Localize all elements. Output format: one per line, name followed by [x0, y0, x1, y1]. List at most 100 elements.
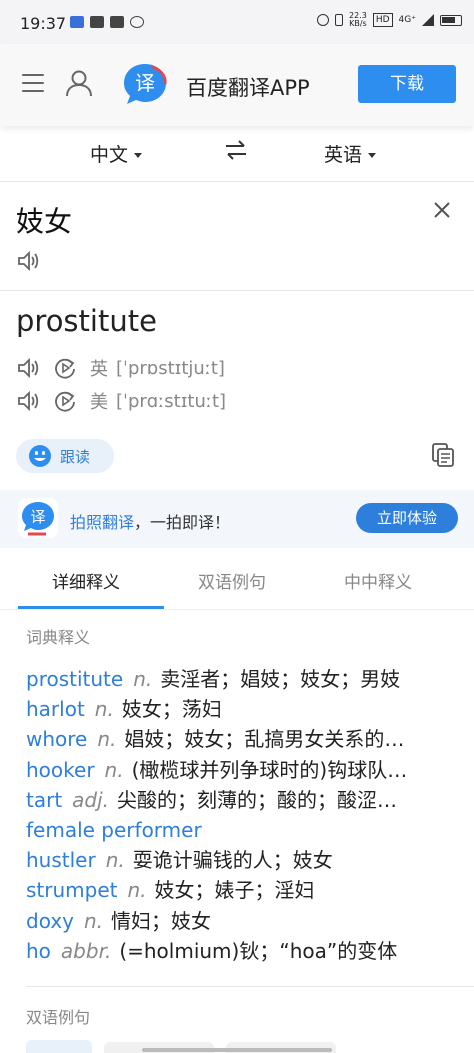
target-language-label: 英语 — [324, 144, 363, 166]
entry-word[interactable]: hooker — [26, 758, 95, 782]
dictionary-entry[interactable]: strumpet n. 妓女；婊子；淫妇 — [26, 875, 466, 905]
entry-part-of-speech: n. — [133, 667, 153, 691]
uk-label: 英 — [90, 359, 108, 380]
smiley-icon — [29, 445, 51, 467]
signal-label: 4G⁺ — [398, 15, 416, 25]
alarm-icon — [317, 14, 330, 26]
tab-chinese-definition[interactable]: 中中释义 — [344, 568, 412, 593]
result-tabs: 详细释义 双语例句 中中释义 — [0, 548, 474, 610]
tab-detailed-definition[interactable]: 详细释义 — [52, 568, 120, 593]
network-speed: 22.3 KB/s — [349, 11, 367, 28]
dictionary-list: prostitute n. 卖淫者；娼妓；妓女；男妓 harlot n. 妓女；荡妇 who… — [26, 664, 466, 966]
signal-icon — [422, 14, 434, 26]
app-header: 译 百度翻译APP 下载 — [0, 44, 474, 126]
entry-part-of-speech: n. — [104, 757, 124, 782]
entry-definition: 妓女；婊子；淫妇 — [154, 878, 315, 903]
us-speaker-icon[interactable] — [16, 390, 40, 412]
us-replay-icon[interactable] — [54, 390, 76, 412]
entry-definition: 卖淫者；娼妓；妓女；男妓 — [160, 667, 401, 691]
language-bar: 中文 英语 — [0, 126, 474, 182]
us-pronunciation-row: 美 [ˈprɑːstɪtuːt] — [16, 389, 226, 413]
uk-speaker-icon[interactable] — [16, 357, 40, 379]
entry-word[interactable]: harlot — [26, 697, 85, 721]
entry-definition: (橄榄球并列争球时的)钩球队… — [131, 757, 408, 782]
divider — [0, 290, 474, 291]
promo-highlight: 拍照翻译 — [70, 513, 135, 532]
us-phonetic: [ˈprɑːstɪtuːt] — [116, 390, 227, 412]
download-button[interactable]: 下载 — [358, 65, 456, 103]
mail-icon — [90, 16, 104, 28]
app-notification-icon — [70, 16, 84, 28]
app-name: 百度翻译APP — [186, 76, 310, 100]
tab-bilingual-examples[interactable]: 双语例句 — [198, 568, 266, 593]
entry-part-of-speech: abbr. — [60, 938, 112, 963]
source-language-label: 中文 — [90, 144, 129, 166]
hotspot-icon — [130, 16, 144, 28]
entry-word[interactable]: strumpet — [26, 878, 117, 902]
entry-definition: 妓女；荡妇 — [121, 697, 222, 722]
swap-language-icon[interactable] — [224, 139, 248, 161]
uk-replay-icon[interactable] — [54, 357, 76, 379]
logo-char: 译 — [135, 71, 155, 95]
dictionary-entry[interactable]: hustler n. 耍诡计骗钱的人；妓女 — [26, 845, 466, 875]
battery-icon — [440, 14, 462, 26]
promo-logo-char: 译 — [30, 508, 45, 526]
entry-definition: 娼妓；妓女；乱搞男女关系的… — [124, 727, 405, 752]
try-now-button[interactable]: 立即体验 — [356, 503, 458, 533]
status-right: 22.3 KB/s HD 4G⁺ — [317, 12, 462, 28]
close-icon[interactable] — [432, 200, 452, 220]
entry-part-of-speech: adj. — [72, 787, 110, 812]
photo-translate-logo-icon: 译 — [18, 498, 58, 538]
uk-phonetic: [ˈprɒstɪtjuːt] — [116, 357, 225, 379]
promo-text: 拍照翻译，一拍即译！ — [70, 509, 230, 533]
menu-icon[interactable] — [22, 74, 44, 92]
home-indicator — [142, 1048, 332, 1052]
copy-icon[interactable] — [431, 442, 455, 468]
status-bar: 19:37 22.3 KB/s HD 4G⁺ — [0, 0, 474, 44]
dictionary-entry[interactable]: whore n. 娼妓；妓女；乱搞男女关系的… — [26, 724, 466, 754]
result-word: prostitute — [16, 304, 157, 338]
dictionary-entry[interactable]: female performer — [26, 815, 466, 845]
entry-word[interactable]: hustler — [26, 848, 96, 872]
entry-word[interactable]: prostitute — [26, 667, 123, 691]
entry-definition: (=holmium)钬；“hoa”的变体 — [119, 938, 398, 963]
dictionary-entry[interactable]: doxy n. 情妇；妓女 — [26, 906, 466, 936]
entry-word[interactable]: ho — [26, 939, 51, 963]
source-text[interactable]: 妓女 — [16, 200, 72, 240]
entry-part-of-speech: n. — [84, 908, 104, 933]
photo-translate-banner[interactable]: 译 拍照翻译，一拍即译！ 立即体验 — [0, 490, 474, 548]
example-chip[interactable] — [26, 1040, 92, 1053]
entry-definition: 情妇；妓女 — [111, 908, 212, 933]
entry-part-of-speech: n. — [127, 878, 147, 903]
caret-down-icon — [134, 153, 143, 158]
entry-definition: 尖酸的；刻薄的；酸的；酸涩… — [117, 787, 398, 812]
follow-read-button[interactable]: 跟读 — [16, 439, 114, 473]
divider — [26, 986, 474, 987]
dictionary-entry[interactable]: hooker n. (橄榄球并列争球时的)钩球队… — [26, 755, 466, 785]
vibrate-icon — [335, 14, 344, 26]
follow-read-label: 跟读 — [60, 447, 91, 466]
dictionary-entry[interactable]: prostitute n. 卖淫者；娼妓；妓女；男妓 — [26, 664, 466, 694]
notification-icons — [70, 16, 144, 28]
entry-word[interactable]: whore — [26, 727, 87, 751]
promo-tagline: ，一拍即译！ — [134, 513, 231, 532]
us-label: 美 — [90, 392, 108, 413]
bilingual-section-title: 双语例句 — [26, 1008, 91, 1027]
target-language-select[interactable]: 英语 — [324, 140, 377, 167]
entry-part-of-speech: n. — [105, 848, 125, 873]
entry-word[interactable]: tart — [26, 788, 62, 812]
entry-part-of-speech: n. — [94, 697, 114, 722]
message-icon — [110, 16, 124, 28]
dictionary-entry[interactable]: harlot n. 妓女；荡妇 — [26, 694, 466, 724]
dictionary-entry[interactable]: ho abbr. (=holmium)钬；“hoa”的变体 — [26, 936, 466, 966]
dictionary-entry[interactable]: tart adj. 尖酸的；刻薄的；酸的；酸涩… — [26, 785, 466, 815]
dictionary-title: 词典释义 — [26, 628, 91, 647]
user-icon[interactable] — [64, 68, 94, 98]
entry-part-of-speech: n. — [97, 727, 117, 752]
entry-word[interactable]: doxy — [26, 909, 74, 933]
entry-word[interactable]: female performer — [26, 818, 202, 842]
uk-pronunciation-row: 英 [ˈprɒstɪtjuːt] — [16, 356, 225, 380]
source-speaker-icon[interactable] — [16, 250, 40, 272]
hd-badge: HD — [372, 13, 393, 27]
source-language-select[interactable]: 中文 — [90, 140, 143, 167]
